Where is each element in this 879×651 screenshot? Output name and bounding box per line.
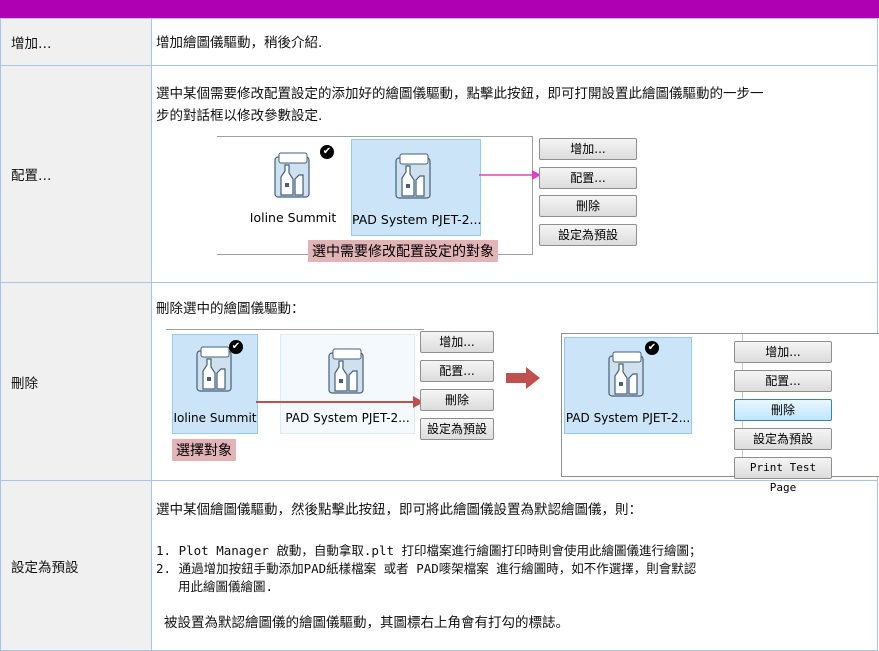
right-arrow-icon [506, 367, 540, 389]
config-select-caption: 選中需要修改配置設定的對象 [308, 240, 498, 262]
delete-before-screenshot: ✔ Ioline Summit PAD System PJET-2... 增加.… [166, 329, 496, 464]
plotter-tile-pad[interactable]: PAD System PJET-2... [280, 334, 415, 434]
default-check-icon: ✔ [320, 145, 334, 159]
plotter-icon [274, 152, 310, 198]
add-button[interactable]: 增加... [734, 341, 832, 363]
select-object-caption: 選擇對象 [172, 439, 236, 461]
row-content-config: 選中某個需要修改配置設定的添加好的繪圖儀驅動，點擊此按鈕，即可打開設置此繪圖儀驅… [151, 65, 878, 283]
delete-button[interactable]: 刪除 [420, 389, 494, 411]
row-content-set-default: 選中某個繪圖儀驅動，然後點擊此按鈕，即可將此繪圖儀設置為默認繪圖儀，則： 1. … [151, 480, 878, 651]
row-content-delete: 刪除選中的繪圖儀驅動： ✔ Ioline Summit PAD System P… [151, 282, 879, 494]
table-row: 增加… 增加繪圖儀驅動，稍後介紹. [0, 18, 878, 66]
table-row: 刪除 刪除選中的繪圖儀驅動： ✔ Ioline Summit PAD Syste… [0, 282, 879, 494]
table-row: 設定為預設 選中某個繪圖儀驅動，然後點擊此按鈕，即可將此繪圖儀設置為默認繪圖儀，… [0, 480, 878, 651]
config-screenshot: ✔ Ioline Summit PAD System PJET-2... 增加.… [217, 136, 652, 272]
delete-button[interactable]: 刪除 [734, 399, 832, 421]
config-button[interactable]: 配置... [420, 360, 494, 382]
add-button[interactable]: 增加... [420, 331, 494, 353]
config-button[interactable]: 配置... [539, 167, 637, 189]
set-default-button[interactable]: 設定為預設 [539, 224, 637, 246]
delete-button[interactable]: 刪除 [539, 195, 637, 217]
set-default-description: 選中某個繪圖儀驅動，然後點擊此按鈕，即可將此繪圖儀設置為默認繪圖儀，則： [156, 502, 642, 518]
row-content-add: 增加繪圖儀驅動，稍後介紹. [151, 18, 878, 66]
plotter-icon [395, 153, 431, 199]
table-row: 配置… 選中某個需要修改配置設定的添加好的繪圖儀驅動，點擊此按鈕，即可打開設置此… [0, 65, 878, 283]
default-check-icon: ✔ [645, 341, 659, 355]
row-label-delete: 刪除 [0, 282, 152, 481]
print-test-page-button[interactable]: Print Test Page [734, 457, 832, 494]
pink-arrow-icon [479, 170, 541, 180]
document-page: 增加… 增加繪圖儀驅動，稍後介紹. 配置… 選中某個需要修改配置設定的添加好的繪… [0, 0, 879, 651]
plotter-tile-ioline[interactable]: ✔ Ioline Summit [172, 334, 258, 434]
delete-description: 刪除選中的繪圖儀驅動： [156, 301, 305, 317]
add-button[interactable]: 增加... [539, 138, 637, 160]
plotter-name: PAD System PJET-2... [285, 411, 410, 425]
config-description-line2: 步的對話框以修改參數設定. [156, 108, 323, 124]
options-table: 增加… 增加繪圖儀驅動，稍後介紹. 配置… 選中某個需要修改配置設定的添加好的繪… [0, 18, 879, 651]
plotter-name: PAD System PJET-2... [352, 212, 482, 227]
plotter-name: Ioline Summit [173, 411, 257, 425]
plotter-icon [608, 351, 644, 397]
plotter-name: Ioline Summit [249, 210, 337, 225]
plotter-name: PAD System PJET-2... [565, 411, 691, 425]
row-label-set-default: 設定為預設 [0, 480, 152, 651]
plotter-tile-ioline[interactable]: ✔ Ioline Summit [237, 140, 349, 234]
red-arrow-icon [256, 396, 424, 408]
set-default-button[interactable]: 設定為預設 [734, 428, 832, 450]
plotter-icon [328, 348, 364, 394]
config-description-line1: 選中某個需要修改配置設定的添加好的繪圖儀驅動，點擊此按鈕，即可打開設置此繪圖儀驅… [156, 86, 764, 102]
set-default-item-2-line2: 用此繪圖儀繪圖. [178, 579, 274, 594]
set-default-button[interactable]: 設定為預設 [420, 418, 494, 440]
row-label-add: 增加… [0, 18, 152, 66]
plotter-tile-pad[interactable]: PAD System PJET-2... [351, 139, 481, 236]
header-bar [0, 0, 879, 18]
add-description: 增加繪圖儀驅動，稍後介紹. [156, 35, 323, 51]
row-label-config: 配置… [0, 65, 152, 283]
config-button[interactable]: 配置... [734, 370, 832, 392]
set-default-note: 被設置為默認繪圖儀的繪圖儀驅動，其圖標右上角會有打勾的標誌。 [164, 615, 569, 631]
delete-after-screenshot: ✔ PAD System PJET-2... 增加... 配置... 刪除 設定… [561, 333, 879, 494]
plotter-tile-pad[interactable]: ✔ PAD System PJET-2... [564, 337, 692, 434]
default-check-icon: ✔ [229, 340, 243, 354]
